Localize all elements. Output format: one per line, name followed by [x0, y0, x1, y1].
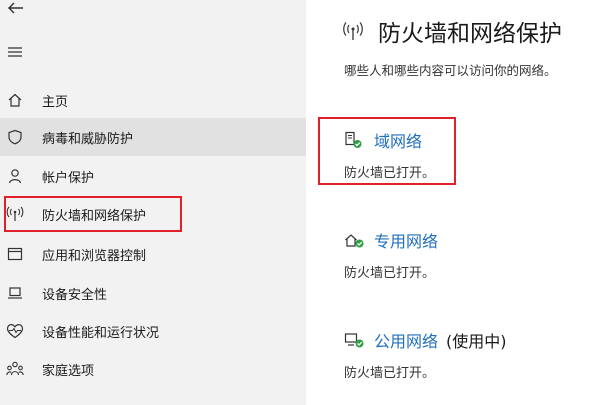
- sidebar-item-label: 设备性能和运行状况: [42, 325, 160, 341]
- sidebar: 主页 病毒和威胁防护 帐户保护 防火墙和网络保护 应用和浏览器控制 设备安全性 …: [0, 0, 306, 405]
- private-network-icon: [344, 231, 366, 249]
- antenna-icon: [6, 205, 24, 223]
- menu-button[interactable]: [6, 44, 24, 58]
- page-header: 防火墙和网络保护: [342, 14, 562, 48]
- sidebar-item-device-performance[interactable]: 设备性能和运行状况: [0, 312, 306, 350]
- back-button[interactable]: [6, 0, 26, 16]
- sidebar-item-label: 设备安全性: [42, 287, 108, 303]
- public-network-status: 防火墙已打开。: [344, 366, 436, 381]
- domain-network-highlight-box: [318, 117, 456, 185]
- sidebar-item-label: 家庭选项: [42, 363, 95, 379]
- private-network-link[interactable]: 专用网络: [374, 228, 438, 252]
- sidebar-item-label: 应用和浏览器控制: [42, 248, 147, 264]
- sidebar-item-home[interactable]: 主页: [0, 81, 306, 119]
- public-network-icon: [344, 331, 366, 349]
- private-network-status: 防火墙已打开。: [344, 266, 436, 281]
- sidebar-item-label: 防火墙和网络保护: [42, 208, 147, 224]
- heart-icon: [6, 322, 24, 340]
- laptop-icon: [6, 284, 24, 302]
- public-network-section: 公用网络 (使用中) 防火墙已打开。: [344, 328, 507, 381]
- sidebar-item-label: 主页: [42, 94, 69, 110]
- shield-icon: [6, 128, 24, 146]
- in-use-label: (使用中): [446, 332, 507, 351]
- person-icon: [6, 167, 24, 185]
- page-title: 防火墙和网络保护: [378, 21, 562, 47]
- sidebar-item-app-browser-control[interactable]: 应用和浏览器控制: [0, 235, 306, 273]
- public-network-link[interactable]: 公用网络: [374, 328, 438, 352]
- family-icon: [6, 360, 24, 378]
- browser-window-icon: [6, 245, 24, 263]
- antenna-icon: [343, 22, 363, 40]
- sidebar-item-device-security[interactable]: 设备安全性: [0, 274, 306, 312]
- sidebar-item-virus-protection[interactable]: 病毒和威胁防护: [0, 118, 306, 156]
- sidebar-item-label: 帐户保护: [42, 170, 95, 186]
- main-content: 防火墙和网络保护 哪些人和哪些内容可以访问你的网络。 域网络 防火墙已打开。 专…: [306, 0, 600, 405]
- sidebar-item-account-protection[interactable]: 帐户保护: [0, 157, 306, 195]
- private-network-section: 专用网络 防火墙已打开。: [344, 228, 438, 281]
- sidebar-item-label: 病毒和威胁防护: [42, 131, 134, 147]
- hamburger-icon: [8, 47, 22, 57]
- sidebar-item-firewall[interactable]: 防火墙和网络保护: [4, 196, 182, 232]
- page-subtitle: 哪些人和哪些内容可以访问你的网络。: [344, 63, 557, 78]
- sidebar-item-family-options[interactable]: 家庭选项: [0, 350, 306, 388]
- home-icon: [6, 91, 24, 109]
- back-arrow-icon: [8, 2, 23, 14]
